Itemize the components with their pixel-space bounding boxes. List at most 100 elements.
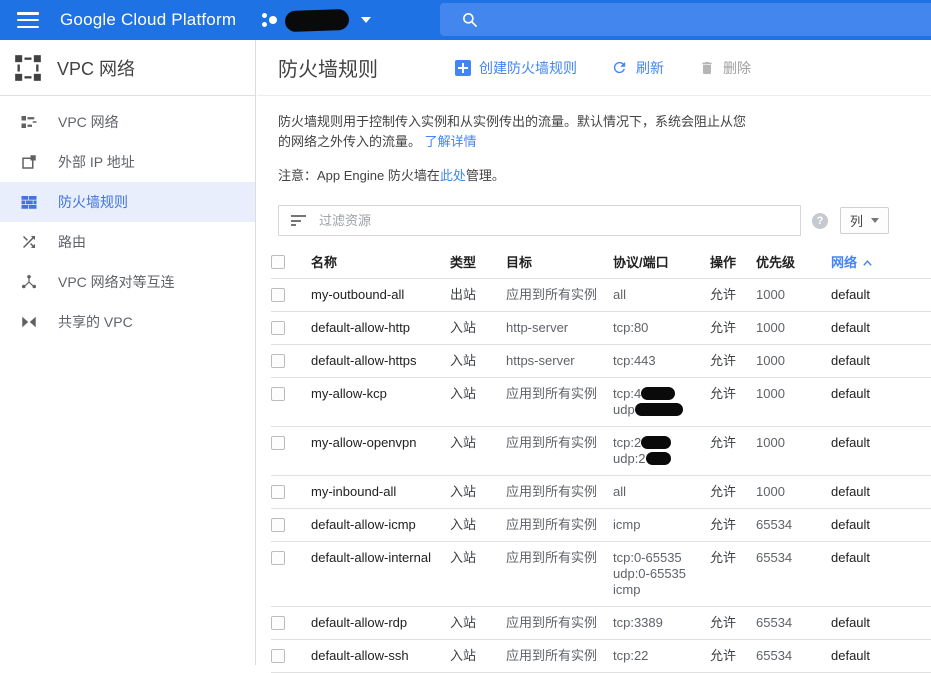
rule-priority: 65534: [756, 509, 831, 542]
rule-target: 应用到所有实例: [506, 279, 613, 312]
column-header[interactable]: 优先级: [756, 245, 831, 279]
rule-protocols: icmp: [613, 509, 710, 542]
table-row: default-allow-ssh入站应用到所有实例tcp:22允许65534d…: [271, 640, 931, 673]
row-checkbox[interactable]: [271, 387, 285, 401]
rule-target: 应用到所有实例: [506, 542, 613, 607]
menu-icon[interactable]: [17, 12, 39, 28]
redacted-text: [635, 403, 683, 416]
action-label: 删除: [723, 58, 751, 78]
page-header: 防火墙规则 创建防火墙规则刷新删除: [257, 40, 931, 96]
column-header[interactable]: 名称: [311, 245, 450, 279]
column-header[interactable]: 目标: [506, 245, 613, 279]
protocol-line: tcp:3389: [613, 615, 706, 631]
sidebar-item-label: VPC 网络对等互连: [58, 272, 175, 292]
sidebar-item-label: 共享的 VPC: [58, 312, 133, 332]
sidebar-item-label: 路由: [58, 232, 86, 252]
delete-icon: [698, 59, 715, 76]
rule-action: 允许: [710, 427, 756, 476]
sidebar-item-shared-vpc[interactable]: 共享的 VPC: [0, 302, 255, 342]
sort-asc-icon: [862, 255, 873, 270]
rule-type: 入站: [450, 345, 506, 378]
column-header[interactable]: 操作: [710, 245, 756, 279]
table-row: default-allow-internal入站应用到所有实例tcp:0-655…: [271, 542, 931, 607]
rule-priority: 1000: [756, 476, 831, 509]
protocol-line: tcp:2: [613, 435, 706, 451]
filter-box[interactable]: [278, 205, 801, 236]
rule-name: my-allow-openvpn: [311, 427, 450, 476]
table-row: default-allow-icmp入站应用到所有实例icmp允许65534de…: [271, 509, 931, 542]
description-line-1: 防火墙规则用于控制传入实例和从实例传出的流量。默认情况下，系统会阻止从您: [278, 114, 746, 129]
table-row: default-allow-https入站https-servertcp:443…: [271, 345, 931, 378]
sidebar-item-external-ip[interactable]: 外部 IP 地址: [0, 142, 255, 182]
sidebar-item-routes[interactable]: 路由: [0, 222, 255, 262]
refresh-button[interactable]: 刷新: [611, 58, 664, 78]
external-ip-icon: [20, 153, 38, 171]
column-header[interactable]: 协议/端口: [613, 245, 710, 279]
rule-network: default: [831, 312, 931, 345]
rule-type: 入站: [450, 312, 506, 345]
create-firewall-rule-button[interactable]: 创建防火墙规则: [454, 58, 577, 78]
rule-target: http-server: [506, 312, 613, 345]
note-prefix: 注意：App Engine 防火墙在: [278, 168, 440, 183]
rule-type: 入站: [450, 542, 506, 607]
protocol-line: tcp:0-65535: [613, 550, 706, 566]
rule-action: 允许: [710, 640, 756, 673]
row-checkbox[interactable]: [271, 354, 285, 368]
search-bar[interactable]: [440, 3, 931, 36]
rule-type: 入站: [450, 427, 506, 476]
action-toolbar: 创建防火墙规则 刷新 删除: [454, 58, 785, 78]
row-checkbox[interactable]: [271, 321, 285, 335]
select-all-checkbox[interactable]: [271, 255, 285, 269]
help-icon[interactable]: ?: [812, 213, 828, 229]
rule-action: 允许: [710, 312, 756, 345]
search-icon: [461, 11, 479, 29]
rule-protocols: tcp:2udp:2: [613, 427, 710, 476]
rule-name: default-allow-icmp: [311, 509, 450, 542]
rule-name: default-allow-ssh: [311, 640, 450, 673]
row-checkbox[interactable]: [271, 288, 285, 302]
rule-action: 允许: [710, 279, 756, 312]
firewall-rules-table: 名称类型目标协议/端口操作优先级网络 my-outbound-all出站应用到所…: [271, 245, 931, 673]
rule-name: default-allow-http: [311, 312, 450, 345]
row-checkbox[interactable]: [271, 649, 285, 663]
rule-priority: 1000: [756, 312, 831, 345]
product-logo: Google Cloud Platform: [60, 10, 236, 30]
row-checkbox[interactable]: [271, 551, 285, 565]
rule-name: default-allow-rdp: [311, 607, 450, 640]
filter-input[interactable]: [319, 213, 800, 228]
row-checkbox[interactable]: [271, 485, 285, 499]
action-label: 刷新: [636, 58, 664, 78]
description-line-2: 的网络之外传入的流量。: [278, 134, 421, 149]
rule-action: 允许: [710, 476, 756, 509]
app-engine-note: 注意：App Engine 防火墙在此处管理。: [278, 165, 931, 184]
rule-priority: 1000: [756, 345, 831, 378]
sidebar-item-firewall-rules[interactable]: 防火墙规则: [0, 182, 255, 222]
redacted-project-name: [285, 8, 350, 31]
sidebar-title: VPC 网络: [57, 55, 135, 81]
app-engine-firewall-link[interactable]: 此处: [440, 168, 466, 183]
shared-vpc-icon: [20, 313, 38, 331]
protocol-line: tcp:443: [613, 353, 706, 369]
peering-icon: [20, 273, 38, 291]
rule-type: 出站: [450, 279, 506, 312]
rule-network: default: [831, 607, 931, 640]
rule-type: 入站: [450, 607, 506, 640]
chevron-down-icon: [361, 17, 371, 23]
column-header[interactable]: 网络: [831, 245, 931, 279]
rule-priority: 65534: [756, 542, 831, 607]
learn-more-link[interactable]: 了解详情: [425, 134, 477, 149]
chevron-down-icon: [871, 218, 879, 223]
row-checkbox[interactable]: [271, 616, 285, 630]
column-header[interactable]: 类型: [450, 245, 506, 279]
columns-button-label: 列: [850, 211, 863, 230]
row-checkbox[interactable]: [271, 436, 285, 450]
sidebar-item-label: 防火墙规则: [58, 192, 128, 212]
sidebar-item-vpc-peering[interactable]: VPC 网络对等互连: [0, 262, 255, 302]
columns-button[interactable]: 列: [840, 207, 889, 234]
filter-icon: [291, 215, 306, 226]
sidebar-item-vpc-networks[interactable]: VPC 网络: [0, 102, 255, 142]
row-checkbox[interactable]: [271, 518, 285, 532]
rule-target: 应用到所有实例: [506, 476, 613, 509]
project-selector[interactable]: [261, 10, 371, 31]
action-label: 创建防火墙规则: [479, 58, 577, 78]
